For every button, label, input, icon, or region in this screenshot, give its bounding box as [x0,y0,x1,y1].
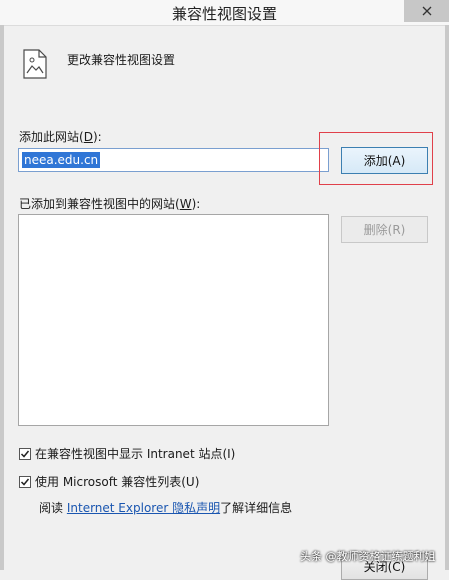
window-frame-left [0,25,4,570]
add-site-input[interactable]: neea.edu.cn [18,148,329,172]
add-site-label-prefix: 添加此网站( [19,130,84,144]
window-title: 兼容性视图设置 [171,5,277,23]
added-sites-label: 已添加到兼容性视图中的网站(W): [19,195,200,212]
added-sites-list[interactable] [18,214,329,426]
intranet-checkbox[interactable] [19,447,31,460]
privacy-prefix: 阅读 [39,501,64,515]
add-button[interactable]: 添加(A) [341,147,428,174]
window-close-button[interactable] [404,0,449,22]
checkmark-icon [20,450,30,458]
add-site-label: 添加此网站(D): [19,128,102,145]
remove-button[interactable]: 删除(R) [341,216,428,243]
added-sites-label-prefix: 已添加到兼容性视图中的网站( [19,197,180,211]
add-site-label-suffix: ): [92,130,102,144]
checkmark-icon [20,478,30,486]
privacy-suffix: 了解详细信息 [220,501,293,515]
ms-list-option[interactable]: 使用 Microsoft 兼容性列表(U) [19,473,199,490]
intranet-option-label: 在兼容性视图中显示 Intranet 站点(I) [35,447,236,461]
window-frame-right [445,25,449,570]
added-sites-label-key: W [179,197,192,211]
ms-list-option-label: 使用 Microsoft 兼容性列表(U) [35,475,200,489]
add-site-input-value: neea.edu.cn [22,152,101,168]
privacy-line: 阅读 Internet Explorer 隐私声明了解详细信息 [39,499,292,516]
add-site-label-key: D [83,130,93,144]
title-bar: 兼容性视图设置 [0,0,449,26]
close-icon [422,6,431,16]
privacy-link[interactable]: Internet Explorer 隐私声明 [67,501,220,515]
ms-list-checkbox[interactable] [19,475,31,488]
watermark: 头条 @教师资格证练题利姐 [300,550,436,563]
added-sites-label-suffix: ): [191,197,201,211]
intranet-option[interactable]: 在兼容性视图中显示 Intranet 站点(I) [19,445,235,462]
dialog-heading: 更改兼容性视图设置 [67,53,176,67]
document-icon [23,49,47,79]
